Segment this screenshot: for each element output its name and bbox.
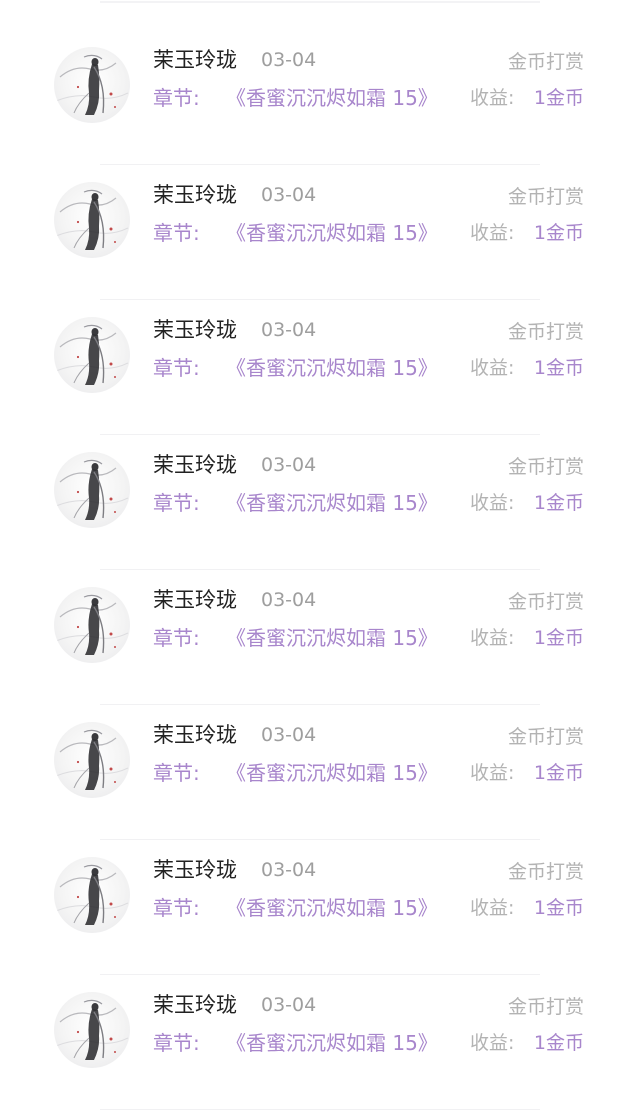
user-avatar[interactable] — [54, 452, 130, 528]
reward-record-item[interactable]: 茉玉玲珑 03-04 金币打赏 章节: 《香蜜沉沉烬如霜 15》 收益: 1金币 — [0, 975, 640, 1110]
user-avatar[interactable] — [54, 182, 130, 258]
user-avatar[interactable] — [54, 722, 130, 798]
chapter-label: 章节: — [153, 626, 200, 650]
user-avatar[interactable] — [54, 587, 130, 663]
income-label: 收益: — [470, 762, 515, 784]
reward-type: 金币打赏 — [507, 456, 584, 478]
income-value: 1金币 — [533, 87, 584, 109]
user-name: 茉玉玲珑 — [153, 588, 237, 612]
ink-painting-woman-avatar-icon — [55, 189, 129, 250]
chapter-label: 章节: — [153, 491, 200, 515]
income-value: 1金币 — [533, 897, 584, 919]
ink-painting-woman-avatar-icon — [55, 729, 129, 790]
user-name: 茉玉玲珑 — [153, 453, 237, 477]
reward-type: 金币打赏 — [507, 726, 584, 748]
income-label: 收益: — [470, 87, 515, 109]
reward-date: 03-04 — [261, 184, 317, 206]
ink-painting-woman-avatar-icon — [55, 324, 129, 385]
reward-date: 03-04 — [261, 994, 317, 1016]
ink-painting-woman-avatar-icon — [55, 54, 129, 115]
user-avatar[interactable] — [54, 992, 130, 1068]
reward-date: 03-04 — [261, 589, 317, 611]
chapter-title[interactable]: 《香蜜沉沉烬如霜 15》 — [226, 759, 438, 787]
user-avatar[interactable] — [54, 317, 130, 393]
chapter-title[interactable]: 《香蜜沉沉烬如霜 15》 — [226, 354, 438, 382]
chapter-label: 章节: — [153, 761, 200, 785]
user-avatar[interactable] — [54, 857, 130, 933]
chapter-title[interactable]: 《香蜜沉沉烬如霜 15》 — [226, 84, 438, 112]
chapter-title[interactable]: 《香蜜沉沉烬如霜 15》 — [226, 894, 438, 922]
income-value: 1金币 — [533, 357, 584, 379]
top-divider — [100, 1, 540, 3]
ink-painting-woman-avatar-icon — [55, 999, 129, 1060]
income-value: 1金币 — [533, 492, 584, 514]
income-value: 1金币 — [533, 762, 584, 784]
user-name: 茉玉玲珑 — [153, 858, 237, 882]
reward-record-item[interactable]: 茉玉玲珑 03-04 金币打赏 章节: 《香蜜沉沉烬如霜 15》 收益: 1金币 — [0, 570, 640, 705]
user-name: 茉玉玲珑 — [153, 993, 237, 1017]
chapter-label: 章节: — [153, 221, 200, 245]
reward-record-item[interactable]: 茉玉玲珑 03-04 金币打赏 章节: 《香蜜沉沉烬如霜 15》 收益: 1金币 — [0, 300, 640, 435]
chapter-title[interactable]: 《香蜜沉沉烬如霜 15》 — [226, 219, 438, 247]
reward-type: 金币打赏 — [507, 51, 584, 73]
ink-painting-woman-avatar-icon — [55, 864, 129, 925]
reward-type: 金币打赏 — [507, 861, 584, 883]
reward-date: 03-04 — [261, 859, 317, 881]
user-name: 茉玉玲珑 — [153, 318, 237, 342]
income-label: 收益: — [470, 222, 515, 244]
ink-painting-woman-avatar-icon — [55, 459, 129, 520]
reward-date: 03-04 — [261, 724, 317, 746]
reward-type: 金币打赏 — [507, 996, 584, 1018]
reward-record-item[interactable]: 茉玉玲珑 03-04 金币打赏 章节: 《香蜜沉沉烬如霜 15》 收益: 1金币 — [0, 30, 640, 165]
chapter-label: 章节: — [153, 86, 200, 110]
income-label: 收益: — [470, 897, 515, 919]
reward-type: 金币打赏 — [507, 591, 584, 613]
chapter-title[interactable]: 《香蜜沉沉烬如霜 15》 — [226, 1029, 438, 1057]
reward-record-item[interactable]: 茉玉玲珑 03-04 金币打赏 章节: 《香蜜沉沉烬如霜 15》 收益: 1金币 — [0, 165, 640, 300]
chapter-label: 章节: — [153, 356, 200, 380]
user-name: 茉玉玲珑 — [153, 723, 237, 747]
income-label: 收益: — [470, 627, 515, 649]
reward-record-item[interactable]: 茉玉玲珑 03-04 金币打赏 章节: 《香蜜沉沉烬如霜 15》 收益: 1金币 — [0, 435, 640, 570]
reward-type: 金币打赏 — [507, 186, 584, 208]
chapter-title[interactable]: 《香蜜沉沉烬如霜 15》 — [226, 624, 438, 652]
income-label: 收益: — [470, 1032, 515, 1054]
chapter-label: 章节: — [153, 1031, 200, 1055]
reward-date: 03-04 — [261, 454, 317, 476]
user-name: 茉玉玲珑 — [153, 48, 237, 72]
user-avatar[interactable] — [54, 47, 130, 123]
reward-date: 03-04 — [261, 319, 317, 341]
income-label: 收益: — [470, 357, 515, 379]
chapter-title[interactable]: 《香蜜沉沉烬如霜 15》 — [226, 489, 438, 517]
income-value: 1金币 — [533, 222, 584, 244]
ink-painting-woman-avatar-icon — [55, 594, 129, 655]
reward-date: 03-04 — [261, 49, 317, 71]
chapter-label: 章节: — [153, 896, 200, 920]
user-name: 茉玉玲珑 — [153, 183, 237, 207]
reward-record-item[interactable]: 茉玉玲珑 03-04 金币打赏 章节: 《香蜜沉沉烬如霜 15》 收益: 1金币 — [0, 840, 640, 975]
income-value: 1金币 — [533, 627, 584, 649]
income-label: 收益: — [470, 492, 515, 514]
income-value: 1金币 — [533, 1032, 584, 1054]
reward-record-item[interactable]: 茉玉玲珑 03-04 金币打赏 章节: 《香蜜沉沉烬如霜 15》 收益: 1金币 — [0, 705, 640, 840]
reward-type: 金币打赏 — [507, 321, 584, 343]
